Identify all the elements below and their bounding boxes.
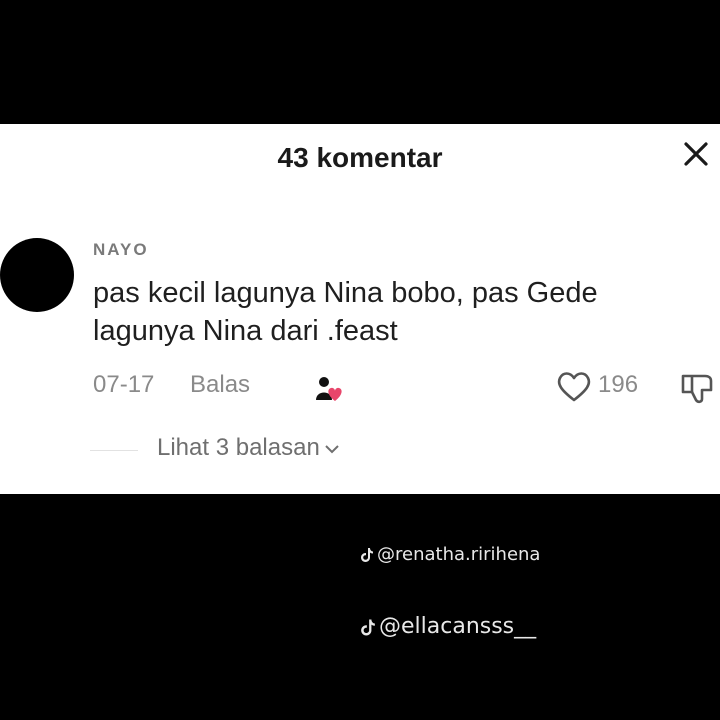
watermark-1: @renatha.ririhena xyxy=(360,544,540,565)
replies-divider xyxy=(90,450,138,451)
comment-text: pas kecil lagunya Nina bobo, pas Gede la… xyxy=(93,277,598,347)
close-icon[interactable] xyxy=(680,138,712,170)
comment-username[interactable]: NAYO xyxy=(93,240,149,260)
comment-date: 07-17 xyxy=(93,371,155,398)
avatar[interactable] xyxy=(0,238,74,312)
watermark-2: @ellacansss__ xyxy=(360,614,536,639)
watermark-handle-1: @renatha.ririhena xyxy=(377,544,541,565)
comments-title: 43 komentar xyxy=(277,142,443,173)
view-replies-label: Lihat 3 balasan xyxy=(157,434,320,461)
like-count: 196 xyxy=(598,371,639,398)
view-replies-button[interactable]: Lihat 3 balasan xyxy=(157,434,340,462)
comments-panel: 43 komentar NAYO pas kecil lagunya Nina … xyxy=(0,124,720,494)
creator-liked-icon xyxy=(316,377,342,401)
tiktok-icon xyxy=(361,548,373,562)
dislike-icon[interactable] xyxy=(678,370,718,406)
watermark-handle-2: @ellacansss__ xyxy=(379,614,537,639)
reply-button[interactable]: Balas xyxy=(190,371,250,399)
chevron-down-icon xyxy=(325,444,339,454)
tiktok-icon xyxy=(361,619,375,635)
heart-icon[interactable] xyxy=(555,369,593,403)
